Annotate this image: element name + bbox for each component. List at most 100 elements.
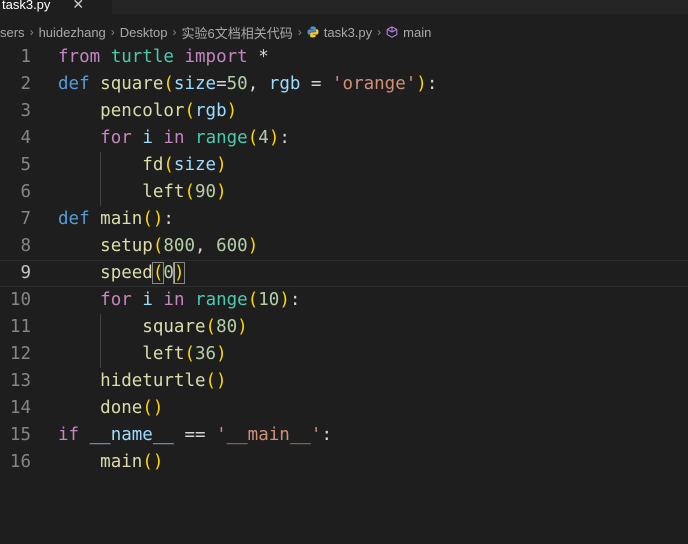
breadcrumb-item-symbol[interactable]: main (386, 25, 431, 40)
line-number: 3 (20, 101, 31, 121)
code-token: ( (184, 182, 195, 202)
code-token: main (100, 209, 143, 229)
code-line[interactable]: 5 fd(size) (0, 152, 688, 179)
code-token: () (142, 452, 164, 472)
code-token: 4 (258, 128, 269, 148)
code-token: , (195, 236, 217, 256)
code-token: : (279, 128, 290, 148)
code-token: 10 (258, 290, 280, 310)
code-line[interactable]: 15 if __name__ == '__main__': (0, 422, 688, 449)
line-number: 13 (9, 371, 31, 391)
code-line[interactable]: 12 left(36) (0, 341, 688, 368)
breadcrumb-item-folder[interactable]: 实验6文档相关代码 (182, 23, 293, 42)
code-token: 90 (195, 182, 217, 202)
code-text: def square(size=50, rgb = 'orange'): (58, 71, 437, 98)
tab-label: task3.py (2, 0, 51, 12)
breadcrumb-item-desktop[interactable]: Desktop (120, 25, 168, 40)
code-token: == (173, 425, 217, 445)
code-token: fd (142, 155, 164, 175)
line-number: 6 (20, 182, 31, 202)
code-token: rgb (268, 74, 301, 94)
breadcrumb-file-label: task3.py (323, 24, 373, 40)
code-text: pencolor(rgb) (58, 98, 237, 125)
line-number: 10 (9, 290, 31, 310)
code-token: ( (184, 101, 195, 121)
breadcrumb: sers › huidezhang › Desktop › 实验6文档相关代码 … (0, 20, 688, 44)
code-token: : (426, 74, 438, 94)
code-token: () (142, 209, 164, 229)
code-token: ( (205, 317, 217, 337)
line-number: 14 (9, 398, 31, 418)
code-token: 80 (216, 317, 238, 337)
code-line[interactable]: 1 from turtle import * (0, 44, 688, 71)
code-line[interactable]: 4 for i in range(4): (0, 125, 688, 152)
code-token: for (100, 290, 132, 310)
code-line[interactable]: 7 def main(): (0, 206, 688, 233)
code-token: pencolor (100, 101, 185, 121)
line-number: 11 (9, 317, 31, 337)
code-text: square(80) (58, 314, 248, 341)
code-line[interactable]: 11 square(80) (0, 314, 688, 341)
code-token: i (142, 290, 153, 310)
code-token: square (142, 317, 206, 337)
code-token: : (163, 209, 174, 229)
code-token: main (100, 452, 143, 472)
line-number: 1 (20, 47, 31, 67)
chevron-right-icon: › (297, 25, 302, 39)
line-number: 9 (20, 263, 31, 283)
code-token: '__main__' (216, 425, 322, 445)
breadcrumb-item-huidezhang[interactable]: huidezhang (39, 25, 106, 40)
code-token: left (142, 182, 185, 202)
code-token: def (58, 209, 90, 229)
code-token: 50 (226, 74, 248, 94)
code-line[interactable]: 14 done() (0, 395, 688, 422)
breadcrumb-item-users[interactable]: sers (0, 25, 25, 40)
code-line[interactable]: 6 left(90) (0, 179, 688, 206)
line-number: 8 (20, 236, 31, 256)
code-token: 36 (195, 344, 217, 364)
code-token: def (58, 74, 90, 94)
code-token: 800 (163, 236, 195, 256)
code-token: ( (163, 155, 174, 175)
code-token: in (163, 290, 185, 310)
code-token: ( (184, 344, 195, 364)
code-line[interactable]: 2 def square(size=50, rgb = 'orange'): (0, 71, 688, 98)
code-text: left(36) (58, 341, 226, 368)
code-token: ) (237, 317, 248, 337)
code-line[interactable]: 9 speed(0) (0, 260, 688, 287)
code-line[interactable]: 13 hideturtle() (0, 368, 688, 395)
tab-task3[interactable]: task3.py ✕ (0, 0, 112, 14)
code-line[interactable]: 3 pencolor(rgb) (0, 98, 688, 125)
code-text: for i in range(4): (58, 125, 290, 152)
code-token: from (58, 47, 101, 67)
code-token: square (100, 74, 164, 94)
code-token: speed (100, 263, 153, 283)
code-token: size (173, 74, 217, 94)
code-line[interactable]: 16 main() (0, 449, 688, 476)
code-token: size (173, 155, 217, 175)
code-token: import (184, 47, 248, 67)
code-text: done() (58, 395, 163, 422)
tab-bar: task3.py ✕ (0, 0, 688, 14)
code-token: ( (247, 290, 259, 310)
close-icon[interactable]: ✕ (72, 0, 84, 13)
code-editor[interactable]: 1 from turtle import * 2 def square(size=50… (0, 44, 688, 544)
code-token: left (142, 344, 185, 364)
code-token: hideturtle (100, 371, 206, 391)
code-line[interactable]: 10 for i in range(10): (0, 287, 688, 314)
breadcrumb-item-file[interactable]: task3.py (307, 25, 372, 40)
line-number: 16 (9, 452, 31, 472)
code-line[interactable]: 8 setup(800, 600) (0, 233, 688, 260)
